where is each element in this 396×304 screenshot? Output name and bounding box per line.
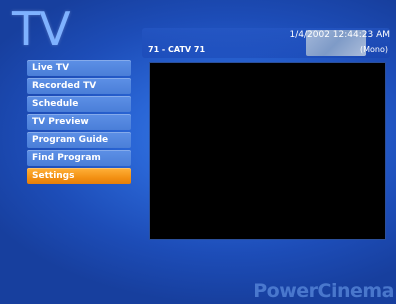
brand-logo: PowerCinema	[253, 280, 394, 302]
menu-item-find-program[interactable]: Find Program	[27, 150, 131, 166]
menu-item-program-guide[interactable]: Program Guide	[27, 132, 131, 148]
audio-mode-label: (Mono)	[359, 45, 388, 54]
menu-item-settings[interactable]: Settings	[27, 168, 131, 184]
menu-item-schedule[interactable]: Schedule	[27, 96, 131, 112]
menu-item-tv-preview[interactable]: TV Preview	[27, 114, 131, 130]
datetime-readout: 1/4/2002 12:44:23 AM	[289, 30, 391, 40]
tv-menu: Live TV Recorded TV Schedule TV Preview …	[27, 60, 131, 186]
page-title: TV	[12, 2, 71, 56]
menu-item-live-tv[interactable]: Live TV	[27, 60, 131, 76]
menu-item-recorded-tv[interactable]: Recorded TV	[27, 78, 131, 94]
tv-video-window[interactable]	[149, 62, 386, 240]
channel-label: 71 - CATV 71	[148, 45, 206, 54]
